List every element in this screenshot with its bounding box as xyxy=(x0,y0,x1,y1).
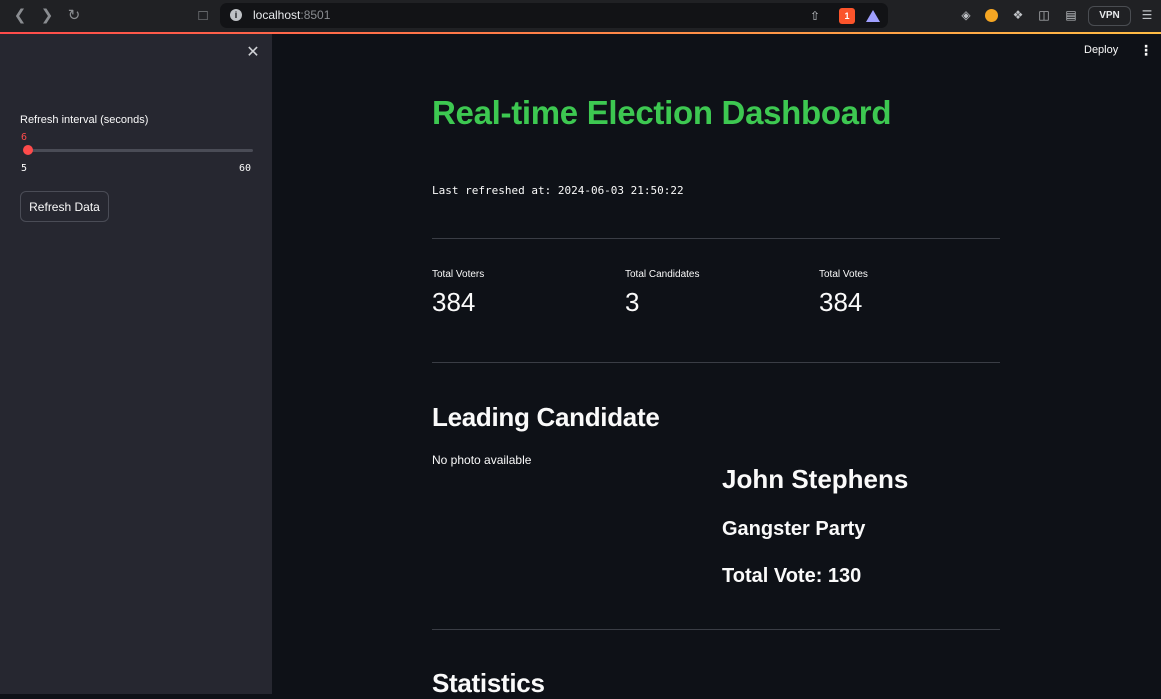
browser-menu-icon[interactable]: ☰ xyxy=(1139,7,1155,23)
slider-min-label: 5 xyxy=(21,163,28,174)
divider xyxy=(432,629,1000,630)
leading-candidate-heading: Leading Candidate xyxy=(432,402,660,432)
deploy-button[interactable]: Deploy xyxy=(1084,44,1118,56)
candidate-total-vote: Total Vote: 130 xyxy=(722,565,862,587)
statistics-heading: Statistics xyxy=(432,668,545,698)
refresh-interval-label: Refresh interval (seconds) xyxy=(20,114,149,126)
page-title: Real-time Election Dashboard xyxy=(432,94,892,131)
main-menu-icon[interactable]: ⋮ xyxy=(1139,43,1153,57)
metric-value-total-candidates: 3 xyxy=(625,287,640,317)
wallet-icon[interactable]: ▤ xyxy=(1063,7,1079,23)
leo-icon[interactable]: ◈ xyxy=(958,7,974,23)
extension-status-icon[interactable] xyxy=(985,9,998,22)
close-icon[interactable]: ✕ xyxy=(244,44,262,62)
slider-max-label: 60 xyxy=(239,163,252,174)
metric-label-total-voters: Total Voters xyxy=(432,269,485,280)
site-info-icon[interactable]: i xyxy=(230,9,242,21)
metric-value-total-votes: 384 xyxy=(819,287,863,317)
metric-label-total-candidates: Total Candidates xyxy=(625,269,700,280)
divider xyxy=(432,362,1000,363)
sidebar: ✕ Refresh interval (seconds) 6 5 60 Refr… xyxy=(0,34,272,694)
metric-label-total-votes: Total Votes xyxy=(819,269,868,280)
party-name: Gangster Party xyxy=(722,518,866,540)
slider-thumb[interactable] xyxy=(23,145,34,155)
sidebar-toggle-icon[interactable]: ◫ xyxy=(1036,7,1052,23)
refresh-data-button[interactable]: Refresh Data xyxy=(20,191,109,222)
extensions-icon[interactable]: ❖ xyxy=(1010,7,1026,23)
brave-shields-icon[interactable]: 1 xyxy=(839,8,855,24)
no-photo-text: No photo available xyxy=(432,453,532,467)
address-bar[interactable]: i localhost:8501 ⇧ 1 xyxy=(220,3,888,28)
reload-icon[interactable]: ↻ xyxy=(64,6,84,26)
vpn-button[interactable]: VPN xyxy=(1088,6,1131,26)
browser-toolbar: ❮ ❯ ↻ □ i localhost:8501 ⇧ 1 ◈ ❖ ◫ ▤ VPN… xyxy=(0,0,1161,32)
refresh-interval-slider[interactable] xyxy=(24,149,253,152)
metric-value-total-voters: 384 xyxy=(432,287,476,317)
candidate-name: John Stephens xyxy=(722,464,909,494)
share-icon[interactable]: ⇧ xyxy=(807,8,823,24)
brave-rewards-icon[interactable] xyxy=(866,10,880,22)
slider-current-value: 6 xyxy=(21,132,28,143)
back-icon[interactable]: ❮ xyxy=(10,6,30,26)
bookmark-icon[interactable]: □ xyxy=(193,6,213,26)
divider xyxy=(432,238,1000,239)
forward-icon[interactable]: ❯ xyxy=(37,6,57,26)
url-text: localhost:8501 xyxy=(253,8,331,22)
last-refreshed-text: Last refreshed at: 2024-06-03 21:50:22 xyxy=(432,184,684,197)
